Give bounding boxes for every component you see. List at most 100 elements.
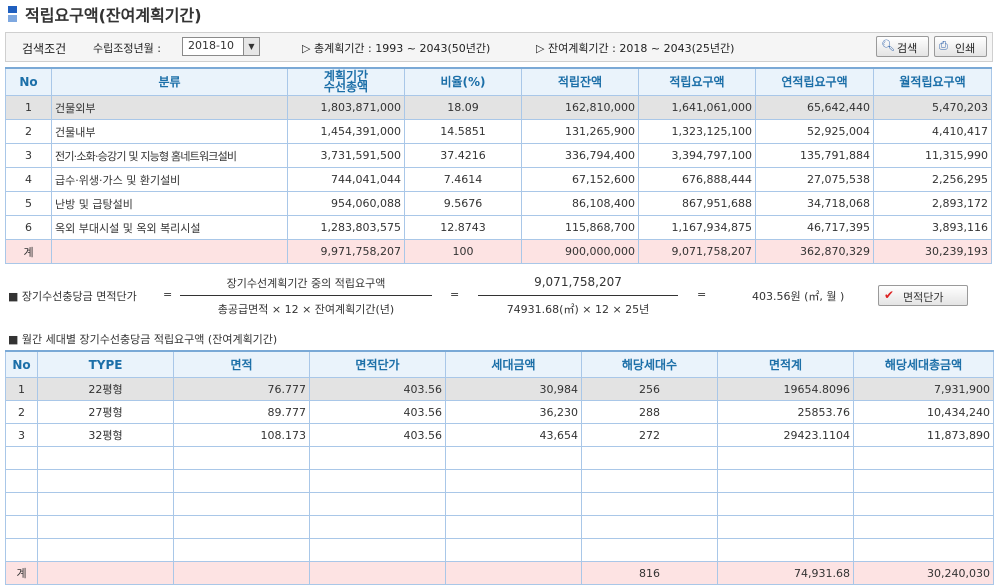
empty-row bbox=[5, 538, 994, 562]
cell-no: 4 bbox=[5, 167, 52, 192]
formula-label: ■ 장기수선충당금 면적단가 bbox=[8, 290, 137, 303]
chevron-down-icon[interactable]: ▼ bbox=[243, 38, 259, 55]
cell-required: 3,394,797,100 bbox=[638, 143, 756, 168]
table-row[interactable]: 3 전기·소화·승강기 및 지능형 홈네트워크설비 3,731,591,500 … bbox=[5, 143, 992, 168]
print-button[interactable]: ⎙ 인쇄 bbox=[934, 36, 987, 57]
col-header: 세대금액 bbox=[445, 350, 582, 378]
table-row[interactable]: 1 건물외부 1,803,871,000 18.09 162,810,000 1… bbox=[5, 95, 992, 120]
cell-balance: 115,868,700 bbox=[521, 215, 639, 240]
table-header-row: No TYPE 면적 면적단가 세대금액 해당세대수 면적계 해당세대총금액 bbox=[5, 350, 994, 378]
cell-ratio: 37.4216 bbox=[404, 143, 522, 168]
print-button-label: 인쇄 bbox=[955, 42, 976, 55]
cell-no: 2 bbox=[5, 400, 38, 424]
empty-row bbox=[5, 515, 994, 539]
fraction-line bbox=[478, 295, 678, 296]
cell-no: 2 bbox=[5, 119, 52, 144]
period-select[interactable]: 2018-10 ▼ bbox=[182, 37, 260, 56]
cell-household-count: 256 bbox=[581, 377, 718, 401]
period-select-value: 2018-10 bbox=[188, 39, 234, 52]
cell-monthly: 4,410,417 bbox=[873, 119, 992, 144]
cell-ratio: 9.5676 bbox=[404, 191, 522, 216]
cell-household-amount: 43,654 bbox=[445, 423, 582, 447]
reserve-requirement-table: No 분류 계획기간 수선총액 비율(%) 적립잔액 적립요구액 연적립요구액 … bbox=[5, 67, 992, 264]
cell-yearly: 52,925,004 bbox=[755, 119, 874, 144]
cell-balance: 162,810,000 bbox=[521, 95, 639, 120]
cell-yearly: 34,718,068 bbox=[755, 191, 874, 216]
col-header: 월적립요구액 bbox=[873, 67, 992, 96]
cell-total: 9,971,758,207 bbox=[287, 239, 405, 264]
cell-total: 1,454,391,000 bbox=[287, 119, 405, 144]
cell-yearly: 135,791,884 bbox=[755, 143, 874, 168]
cell-household-count: 272 bbox=[581, 423, 718, 447]
cell-category: 전기·소화·승강기 및 지능형 홈네트워크설비 bbox=[51, 143, 288, 168]
cell-total: 954,060,088 bbox=[287, 191, 405, 216]
table-row[interactable]: 1 22평형 76.777 403.56 30,984 256 19654.80… bbox=[5, 377, 994, 401]
cell-area: 108.173 bbox=[173, 423, 310, 447]
cell-balance: 336,794,400 bbox=[521, 143, 639, 168]
col-header: 해당세대수 bbox=[581, 350, 718, 378]
cell-unit-price: 403.56 bbox=[309, 377, 446, 401]
cell-empty bbox=[309, 561, 446, 585]
unit-price-button-label: 면적단가 bbox=[903, 291, 944, 304]
col-header: 해당세대총금액 bbox=[853, 350, 994, 378]
table-row[interactable]: 3 32평형 108.173 403.56 43,654 272 29423.1… bbox=[5, 423, 994, 447]
table-row[interactable]: 4 급수·위생·가스 및 환기설비 744,041,044 7.4614 67,… bbox=[5, 167, 992, 192]
col-header: 적립잔액 bbox=[521, 67, 639, 96]
cell-amount-total: 30,240,030 bbox=[853, 561, 994, 585]
household-reserve-table: No TYPE 면적 면적단가 세대금액 해당세대수 면적계 해당세대총금액 1… bbox=[5, 350, 994, 585]
cell-unit-price: 403.56 bbox=[309, 423, 446, 447]
cell-monthly: 5,470,203 bbox=[873, 95, 992, 120]
cell-type: 32평형 bbox=[37, 423, 174, 447]
unit-price-button[interactable]: ✔ 면적단가 bbox=[878, 285, 968, 306]
cell-empty bbox=[51, 239, 288, 264]
col-header: 적립요구액 bbox=[638, 67, 756, 96]
cell-household-count: 288 bbox=[581, 400, 718, 424]
cell-household-count: 816 bbox=[581, 561, 718, 585]
cell-total: 744,041,044 bbox=[287, 167, 405, 192]
cell-ratio: 18.09 bbox=[404, 95, 522, 120]
cell-area-total: 74,931.68 bbox=[717, 561, 854, 585]
table-row[interactable]: 5 난방 및 급탕설비 954,060,088 9.5676 86,108,40… bbox=[5, 191, 992, 216]
formula-denominator-value: 74931.68(㎡) × 12 × 25년 bbox=[506, 303, 650, 316]
cell-ratio: 7.4614 bbox=[404, 167, 522, 192]
col-header: 면적 bbox=[173, 350, 310, 378]
search-button[interactable]: 🔍︎ 검색 bbox=[876, 36, 929, 57]
cell-total: 1,283,803,575 bbox=[287, 215, 405, 240]
search-icon: 🔍︎ bbox=[881, 39, 895, 52]
cell-amount-total: 7,931,900 bbox=[853, 377, 994, 401]
cell-amount-total: 11,873,890 bbox=[853, 423, 994, 447]
cell-balance: 67,152,600 bbox=[521, 167, 639, 192]
equals-sign: = bbox=[163, 288, 173, 301]
col-header: 면적단가 bbox=[309, 350, 446, 378]
fraction-line bbox=[180, 295, 432, 296]
cell-total-label: 계 bbox=[5, 561, 38, 585]
col-header: No bbox=[5, 67, 52, 96]
search-label: 검색조건 bbox=[22, 42, 67, 56]
search-button-label: 검색 bbox=[897, 42, 918, 55]
col-header: 분류 bbox=[51, 67, 288, 96]
title-bullet-icon bbox=[8, 6, 17, 22]
cell-balance: 131,265,900 bbox=[521, 119, 639, 144]
total-period-info: ▷ 총계획기간 : 1993 ~ 2043(50년간) bbox=[302, 42, 491, 55]
cell-amount-total: 10,434,240 bbox=[853, 400, 994, 424]
cell-empty bbox=[173, 561, 310, 585]
cell-balance: 86,108,400 bbox=[521, 191, 639, 216]
cell-balance: 900,000,000 bbox=[521, 239, 639, 264]
cell-household-amount: 30,984 bbox=[445, 377, 582, 401]
total-row: 계 9,971,758,207 100 900,000,000 9,071,75… bbox=[5, 239, 992, 264]
cell-category: 난방 및 급탕설비 bbox=[51, 191, 288, 216]
printer-icon: ⎙ bbox=[939, 39, 948, 52]
cell-total: 1,803,871,000 bbox=[287, 95, 405, 120]
remaining-period-info: ▷ 잔여계획기간 : 2018 ~ 2043(25년간) bbox=[536, 42, 735, 55]
cell-required: 1,323,125,100 bbox=[638, 119, 756, 144]
formula-denominator-text: 총공급면적 × 12 × 잔여계획기간(년) bbox=[217, 303, 395, 316]
equals-sign: = bbox=[450, 288, 460, 301]
cell-no: 6 bbox=[5, 215, 52, 240]
empty-row bbox=[5, 469, 994, 493]
empty-row bbox=[5, 492, 994, 516]
table-row[interactable]: 2 27평형 89.777 403.56 36,230 288 25853.76… bbox=[5, 400, 994, 424]
table-row[interactable]: 6 옥외 부대시설 및 옥외 복리시설 1,283,803,575 12.874… bbox=[5, 215, 992, 240]
cell-area-total: 25853.76 bbox=[717, 400, 854, 424]
table-header-row: No 분류 계획기간 수선총액 비율(%) 적립잔액 적립요구액 연적립요구액 … bbox=[5, 67, 992, 96]
table-row[interactable]: 2 건물내부 1,454,391,000 14.5851 131,265,900… bbox=[5, 119, 992, 144]
